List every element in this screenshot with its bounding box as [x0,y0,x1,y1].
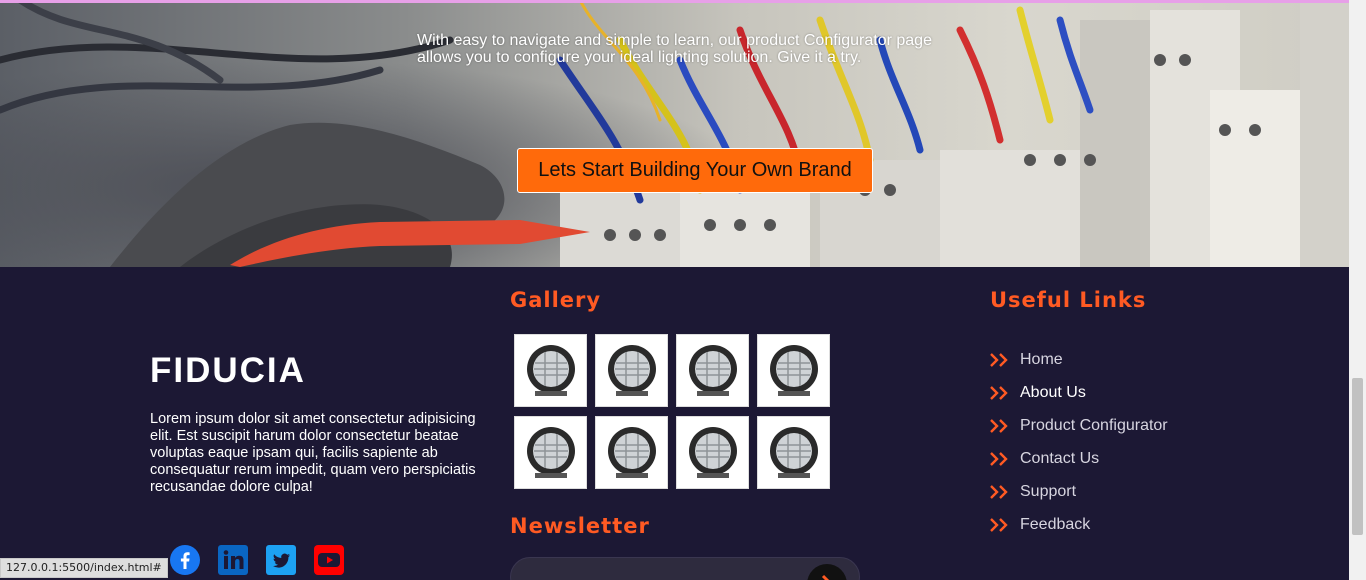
link-home[interactable]: Home [990,343,1168,376]
link-label: Home [1020,350,1063,368]
newsletter-email-input[interactable] [510,557,860,580]
gallery-thumbnail[interactable] [757,334,830,407]
useful-links-list: Home About Us Product Configurator Conta… [990,343,1168,541]
footer-about-text: Lorem ipsum dolor sit amet consectetur a… [150,411,476,495]
footer-brand: FIDUCIA [150,351,306,390]
gallery-thumbnail[interactable] [514,416,587,489]
link-feedback[interactable]: Feedback [990,508,1168,541]
social-links [170,545,344,575]
link-about-us[interactable]: About Us [990,376,1168,409]
useful-links-title: Useful Links [990,288,1147,312]
gallery-thumbnail[interactable] [595,416,668,489]
youtube-icon[interactable] [314,545,344,575]
work-light-image [688,426,737,478]
scrollbar-thumb[interactable] [1352,378,1363,535]
gallery-thumbnail[interactable] [676,334,749,407]
double-chevron-icon [990,385,1008,400]
link-contact-us[interactable]: Contact Us [990,442,1168,475]
hero-description: With easy to navigate and simple to lear… [417,32,932,66]
work-light-image [769,344,818,396]
work-light-image [607,426,656,478]
work-light-image [607,344,656,396]
work-light-image [526,426,575,478]
newsletter-title: Newsletter [510,514,650,538]
gallery-thumbnail[interactable] [595,334,668,407]
site-footer: FIDUCIA Lorem ipsum dolor sit amet conse… [0,267,1349,580]
link-label: Product Configurator [1020,416,1168,434]
link-label: Support [1020,482,1077,500]
linkedin-icon[interactable] [218,545,248,575]
top-accent-line [0,0,1349,3]
double-chevron-icon [990,418,1008,433]
gallery-title: Gallery [510,288,602,312]
gallery-thumbnail[interactable] [757,416,830,489]
facebook-icon[interactable] [170,545,200,575]
browser-status-url: 127.0.0.1:5500/index.html# [0,558,168,578]
double-chevron-icon [990,517,1008,532]
link-product-configurator[interactable]: Product Configurator [990,409,1168,442]
work-light-image [769,426,818,478]
link-support[interactable]: Support [990,475,1168,508]
double-chevron-icon [990,484,1008,499]
gallery-grid [514,334,830,489]
arrow-right-icon [821,574,830,580]
start-building-button[interactable]: Lets Start Building Your Own Brand [517,148,873,193]
work-light-image [688,344,737,396]
link-label: About Us [1020,383,1086,401]
double-chevron-icon [990,352,1008,367]
double-chevron-icon [990,451,1008,466]
gallery-thumbnail[interactable] [676,416,749,489]
link-label: Contact Us [1020,449,1100,467]
twitter-icon[interactable] [266,545,296,575]
work-light-image [526,344,575,396]
newsletter-submit-button[interactable] [807,564,847,580]
gallery-thumbnail[interactable] [514,334,587,407]
hero-banner: With easy to navigate and simple to lear… [0,0,1349,267]
link-label: Feedback [1020,515,1091,533]
